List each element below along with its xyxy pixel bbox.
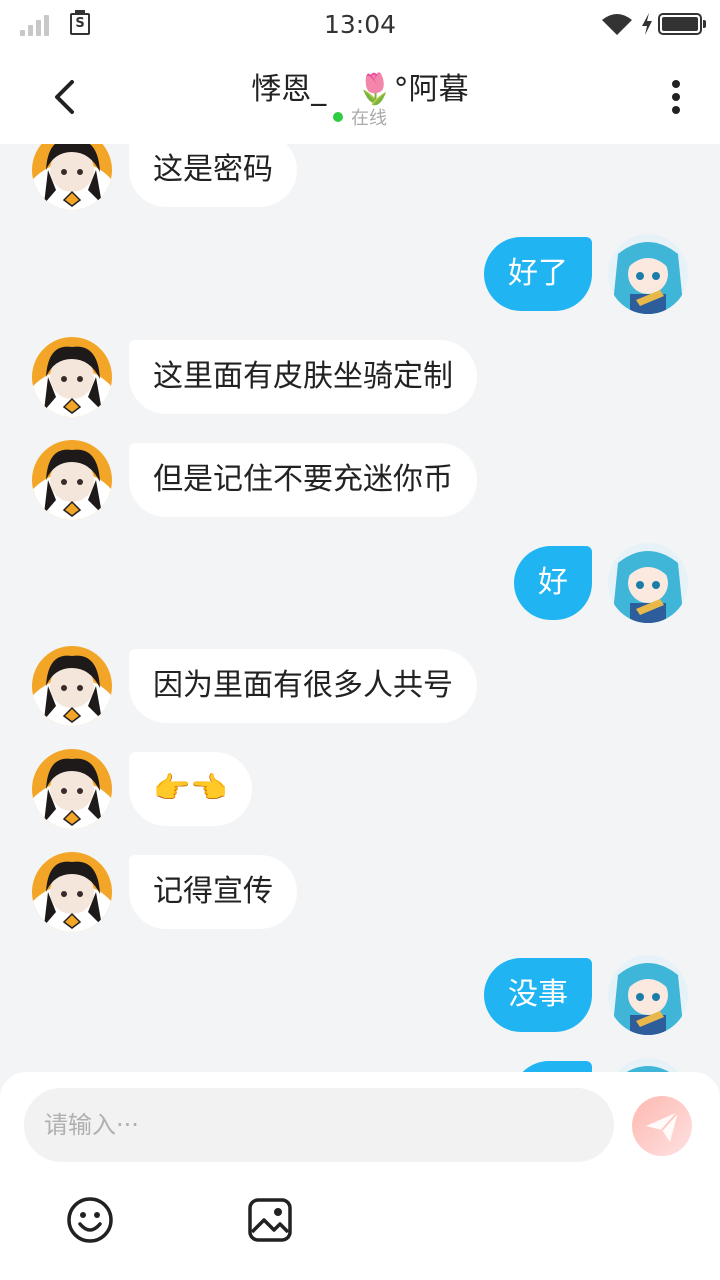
- charging-icon: [642, 13, 652, 35]
- contact-avatar[interactable]: [32, 337, 112, 417]
- message-row: 这是密码: [0, 144, 720, 210]
- contact-avatar[interactable]: [32, 440, 112, 520]
- message-row: 好: [0, 543, 720, 623]
- my-avatar[interactable]: [608, 955, 688, 1035]
- message-row: 好了: [0, 234, 720, 314]
- contact-avatar[interactable]: [32, 749, 112, 829]
- message-bubble[interactable]: 这是密码: [129, 144, 297, 207]
- online-status: 在线: [0, 104, 720, 130]
- more-options-button[interactable]: [660, 74, 692, 120]
- message-bubble[interactable]: 但是记住不要充迷你币: [129, 443, 477, 517]
- contact-avatar[interactable]: [32, 144, 112, 210]
- more-vertical-icon: [672, 80, 680, 88]
- message-bubble[interactable]: 好: [514, 546, 592, 620]
- message-row: 这里面有皮肤坐骑定制: [0, 337, 720, 417]
- emoji-button[interactable]: [64, 1194, 116, 1246]
- message-bubble[interactable]: 👉👈: [129, 752, 252, 826]
- chat-header: 悸恩_ 🌷°阿暮 在线: [0, 50, 720, 144]
- battery-icon: [658, 13, 706, 35]
- wifi-icon: [602, 14, 632, 35]
- message-list[interactable]: 这是密码 好了 这里面有皮肤坐骑定制 但是记住不要充迷你币 好 因为里面有很多人…: [0, 144, 720, 1074]
- message-bubble[interactable]: 好了: [484, 237, 592, 311]
- my-avatar[interactable]: [608, 543, 688, 623]
- message-bubble[interactable]: 没事: [484, 958, 592, 1032]
- image-icon: [248, 1198, 292, 1242]
- message-bubble[interactable]: 这里面有皮肤坐骑定制: [129, 340, 477, 414]
- input-panel: [0, 1072, 720, 1280]
- my-avatar[interactable]: [608, 234, 688, 314]
- online-status-label: 在线: [351, 108, 387, 129]
- image-button[interactable]: [246, 1196, 294, 1244]
- message-row: 记得宣传: [0, 852, 720, 932]
- message-row: 因为里面有很多人共号: [0, 646, 720, 726]
- status-bar: S 13:04: [0, 0, 720, 50]
- message-bubble[interactable]: 因为里面有很多人共号: [129, 649, 477, 723]
- send-button[interactable]: [632, 1096, 692, 1156]
- smiley-icon: [67, 1197, 113, 1243]
- contact-name: 悸恩_ 🌷°阿暮: [251, 72, 469, 107]
- online-dot-icon: [333, 112, 343, 122]
- chat-screen: S 13:04 悸恩_ 🌷°阿暮 在线 这是密码 好了 这里面有皮肤坐骑定制 但…: [0, 0, 720, 1280]
- message-row: 没事: [0, 955, 720, 1035]
- send-icon: [646, 1111, 679, 1142]
- contact-avatar[interactable]: [32, 852, 112, 932]
- message-row: 但是记住不要充迷你币: [0, 440, 720, 520]
- message-bubble[interactable]: 记得宣传: [129, 855, 297, 929]
- message-input[interactable]: [24, 1088, 614, 1162]
- contact-avatar[interactable]: [32, 646, 112, 726]
- message-row: 👉👈: [0, 749, 720, 829]
